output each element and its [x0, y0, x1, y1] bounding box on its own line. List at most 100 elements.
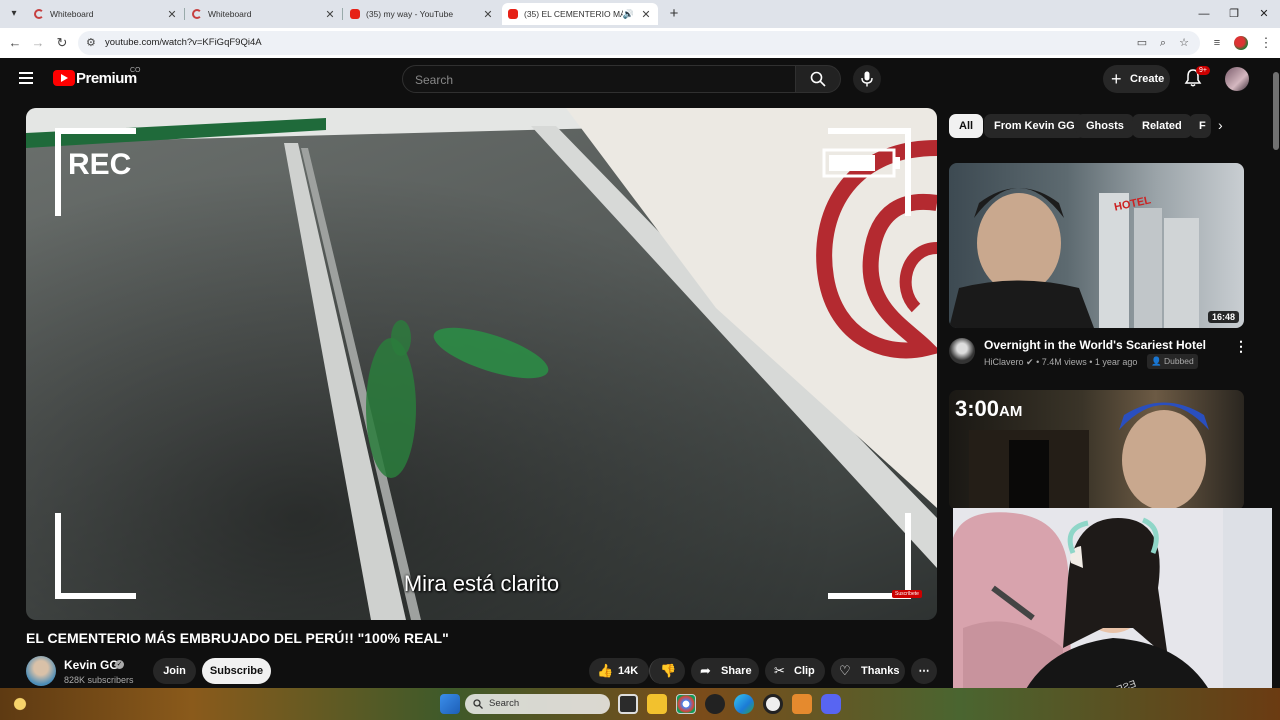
whiteboard-icon: [34, 9, 44, 19]
windows-start-icon[interactable]: [440, 694, 460, 714]
task-view-icon[interactable]: [618, 694, 638, 714]
youtube-icon: [350, 9, 360, 19]
notification-badge: 9+: [1196, 66, 1210, 75]
close-icon[interactable]: ✕: [166, 8, 178, 21]
bookmark-star-icon[interactable]: ☆: [1176, 35, 1192, 51]
dislike-button[interactable]: 👎: [649, 658, 685, 684]
reload-button[interactable]: ↻: [52, 33, 72, 53]
video-subtitle: Mira está clarito: [403, 571, 560, 596]
dubbed-icon: 👤: [1151, 356, 1162, 366]
channel-avatar[interactable]: [949, 338, 975, 364]
account-avatar[interactable]: [1225, 67, 1249, 91]
chip-all[interactable]: All: [949, 114, 984, 138]
chip-truncated[interactable]: F: [1189, 114, 1211, 138]
clip-button[interactable]: ✂ Clip: [765, 658, 825, 684]
speaker-icon[interactable]: 🔊: [623, 9, 634, 20]
more-horizontal-icon: ⋯: [918, 665, 930, 677]
chevron-right-icon[interactable]: ›: [1218, 117, 1223, 133]
thanks-label: Thanks: [861, 665, 900, 677]
app-icon[interactable]: [705, 694, 725, 714]
browser-tab[interactable]: Whiteboard ✕: [28, 3, 184, 25]
video-title: EL CEMENTERIO MÁS EMBRUJADO DEL PERÚ!! "…: [26, 630, 449, 646]
more-vertical-icon[interactable]: ⋮: [1234, 338, 1248, 355]
thumbnail-time-suffix: AM: [999, 403, 1023, 420]
recommendation-thumbnail[interactable]: 3:00AM: [949, 390, 1244, 510]
tab-title: (35) EL CEMENTERIO MÁS E: [524, 9, 623, 19]
close-icon[interactable]: ✕: [640, 8, 652, 21]
dubbed-badge: 👤 Dubbed: [1147, 354, 1198, 369]
window-close-button[interactable]: ✕: [1248, 0, 1280, 28]
back-button[interactable]: ←: [5, 33, 25, 53]
subscribe-watermark[interactable]: Suscríbete: [892, 590, 922, 598]
subscribe-button[interactable]: Subscribe: [202, 658, 271, 684]
chip-ghosts[interactable]: Ghosts: [1076, 114, 1134, 138]
tab-separator: [184, 8, 185, 20]
youtube-header: Premium CO Search + Create 9+: [0, 58, 1272, 100]
like-count: 14K: [618, 665, 639, 677]
minimize-button[interactable]: —: [1188, 0, 1220, 28]
address-bar[interactable]: ⚙ youtube.com/watch?v=KFiGqF9Qi4A ▭ ⌕ ☆: [78, 31, 1200, 55]
browser-tab[interactable]: (35) my way - YouTube ✕: [344, 3, 500, 25]
tab-title: Whiteboard: [50, 9, 94, 19]
taskbar-search-placeholder: Search: [489, 698, 520, 709]
chrome-icon[interactable]: [676, 694, 696, 714]
search-placeholder: Search: [415, 73, 454, 87]
page-scrollbar-thumb[interactable]: [1273, 72, 1279, 150]
url-text[interactable]: youtube.com/watch?v=KFiGqF9Qi4A: [105, 37, 262, 48]
forward-button[interactable]: →: [28, 33, 48, 53]
tab-search-dropdown-icon[interactable]: ▾: [4, 4, 24, 24]
obs-icon[interactable]: [763, 694, 783, 714]
chip-from-kevin-gg[interactable]: From Kevin GG: [984, 114, 1085, 138]
channel-avatar[interactable]: [26, 656, 56, 686]
file-explorer-icon[interactable]: [647, 694, 667, 714]
microphone-icon: [861, 71, 873, 87]
voice-search-button[interactable]: [853, 65, 881, 93]
page-scrollbar-track[interactable]: [1272, 58, 1280, 688]
recommendation-title[interactable]: Overnight in the World's Scariest Hotel: [984, 338, 1206, 352]
media-control-icon[interactable]: ≡: [1207, 33, 1227, 53]
thumbs-up-icon: 👍: [597, 663, 614, 678]
recommendation-thumbnail[interactable]: HOTEL 16:48: [949, 163, 1244, 328]
edge-icon[interactable]: [734, 694, 754, 714]
search-input[interactable]: Search: [402, 65, 796, 93]
zoom-icon[interactable]: ⌕: [1155, 35, 1171, 51]
browser-tab-active[interactable]: (35) EL CEMENTERIO MÁS E 🔊 ✕: [502, 3, 658, 25]
close-icon[interactable]: ✕: [324, 8, 336, 21]
heart-dollar-icon: ♡: [839, 663, 851, 678]
country-code: CO: [130, 67, 141, 74]
channel-name[interactable]: Kevin GG: [64, 658, 119, 672]
join-button[interactable]: Join: [153, 658, 196, 684]
recommendation-channel[interactable]: HiClavero: [984, 357, 1024, 367]
app-icon[interactable]: [792, 694, 812, 714]
share-button[interactable]: ➦ Share: [691, 658, 759, 684]
create-button[interactable]: + Create: [1103, 65, 1170, 93]
youtube-logo-icon[interactable]: [53, 70, 75, 86]
thumbnail-time: 3:00: [955, 396, 1000, 421]
share-label: Share: [721, 665, 752, 677]
more-actions-button[interactable]: ⋯: [911, 658, 937, 684]
whiteboard-icon: [192, 9, 202, 19]
thanks-button[interactable]: ♡ Thanks: [831, 658, 905, 684]
search-icon: [810, 71, 826, 87]
browser-menu-icon[interactable]: ⋮: [1256, 33, 1276, 53]
discord-icon[interactable]: [821, 694, 841, 714]
weather-widget-icon[interactable]: [10, 694, 30, 714]
video-player[interactable]: REC Mira está clarito Suscríbete: [26, 108, 937, 620]
verified-check-icon: ✔: [1026, 357, 1034, 367]
close-icon[interactable]: ✕: [482, 8, 494, 21]
browser-tab[interactable]: Whiteboard ✕: [186, 3, 342, 25]
new-tab-button[interactable]: +: [664, 4, 684, 24]
chip-related[interactable]: Related: [1132, 114, 1192, 138]
scissors-icon: ✂: [774, 663, 785, 678]
subscriber-count: 828K subscribers: [64, 675, 134, 685]
like-button[interactable]: 👍 14K: [589, 658, 649, 684]
thumbnail-text: 3:00AM: [955, 396, 1022, 422]
search-button[interactable]: [795, 65, 841, 93]
site-info-icon[interactable]: ⚙: [86, 36, 96, 49]
taskbar-search-input[interactable]: Search: [465, 694, 610, 714]
profile-avatar-icon[interactable]: [1234, 36, 1248, 50]
menu-icon[interactable]: [19, 72, 33, 87]
restore-button[interactable]: ❐: [1218, 0, 1250, 28]
cast-icon[interactable]: ▭: [1134, 35, 1150, 51]
logo-text[interactable]: Premium: [76, 70, 137, 87]
